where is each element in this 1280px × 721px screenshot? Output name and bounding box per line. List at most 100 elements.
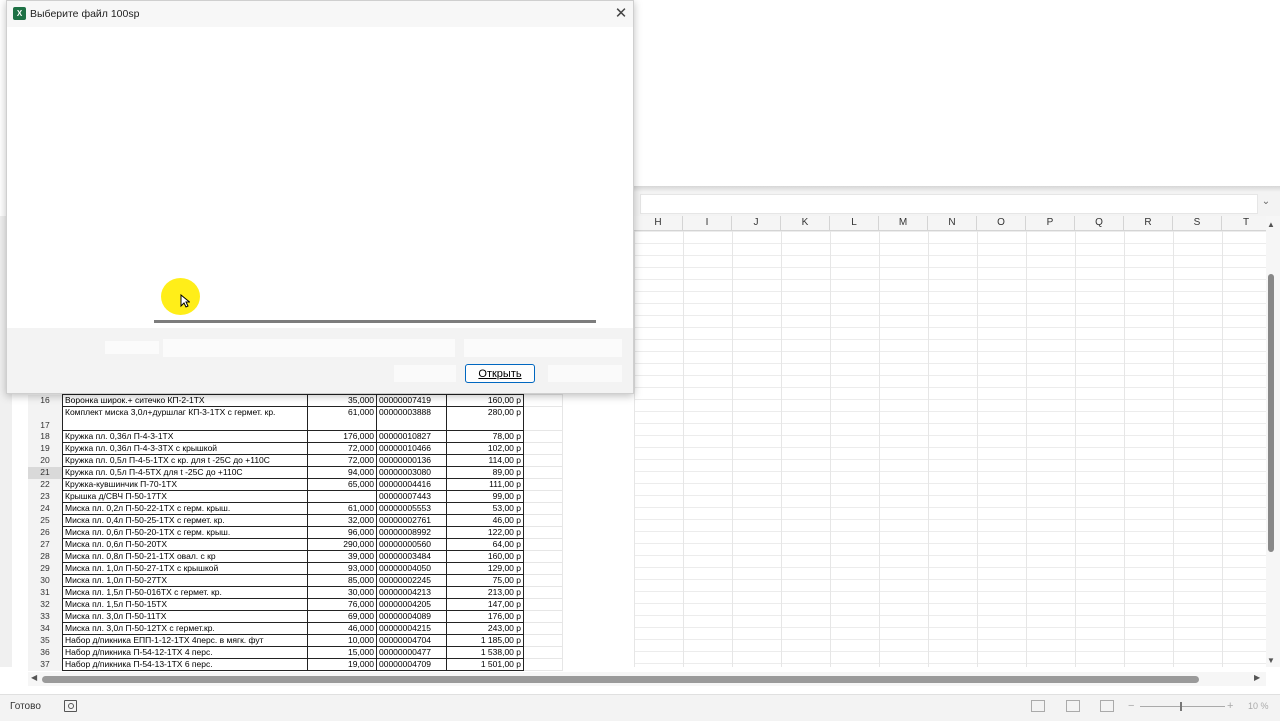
- price-cell[interactable]: 280,00 р: [446, 406, 524, 431]
- product-code-cell[interactable]: 00000004205: [376, 598, 447, 611]
- price-cell[interactable]: 75,00 р: [446, 574, 524, 587]
- product-name-cell[interactable]: Миска пл. 3,0л П-50-11ТХ: [62, 610, 308, 623]
- table-row[interactable]: 32 Миска пл. 1,5л П-50-15ТХ 76,000 00000004…: [28, 598, 563, 611]
- product-name-cell[interactable]: Набор д/пикника ЕПП-1-12-1ТХ 4перс. в мя…: [62, 634, 308, 647]
- row-number[interactable]: 35: [28, 634, 63, 647]
- empty-cell[interactable]: [523, 622, 563, 635]
- product-name-cell[interactable]: Воронка широк.+ ситечко КП-2-1ТХ: [62, 394, 308, 407]
- quantity-cell[interactable]: 61,000: [307, 502, 377, 515]
- table-row[interactable]: 29 Миска пл. 1,0л П-50-27-1ТХ с крышкой 93…: [28, 562, 563, 575]
- product-code-cell[interactable]: 00000004709: [376, 658, 447, 671]
- table-row[interactable]: 17 Комплект миска 3,0л+дуршлаг КП-3-1ТХ с…: [28, 406, 563, 431]
- formula-expand-icon[interactable]: ⌄: [1259, 196, 1273, 210]
- empty-cell[interactable]: [523, 478, 563, 491]
- price-cell[interactable]: 111,00 р: [446, 478, 524, 491]
- cancel-button[interactable]: [548, 365, 622, 382]
- column-header-o[interactable]: O: [977, 216, 1026, 230]
- empty-cell[interactable]: [523, 538, 563, 551]
- product-name-cell[interactable]: Миска пл. 3,0л П-50-12ТХ с гермет.кр.: [62, 622, 308, 635]
- zoom-out-button[interactable]: −: [1128, 700, 1134, 712]
- price-cell[interactable]: 160,00 р: [446, 394, 524, 407]
- product-name-cell[interactable]: Набор д/пикника П-54-13-1ТХ 6 перс.: [62, 658, 308, 671]
- empty-cell[interactable]: [523, 574, 563, 587]
- zoom-level[interactable]: 10 %: [1248, 701, 1269, 711]
- data-table[interactable]: 16 Воронка широк.+ ситечко КП-2-1ТХ 35,000…: [28, 394, 563, 671]
- price-cell[interactable]: 64,00 р: [446, 538, 524, 551]
- price-cell[interactable]: 46,00 р: [446, 514, 524, 527]
- table-row[interactable]: 26 Миска пл. 0,6л П-50-20-1ТХ с герм. кры…: [28, 526, 563, 539]
- product-name-cell[interactable]: Миска пл. 0,6л П-50-20-1ТХ с герм. крыш.: [62, 526, 308, 539]
- row-number[interactable]: 25: [28, 514, 63, 527]
- product-code-cell[interactable]: 00000003888: [376, 406, 447, 431]
- filetype-dropdown[interactable]: [464, 339, 622, 357]
- row-number[interactable]: 19: [28, 442, 63, 455]
- page-layout-view-icon[interactable]: [1066, 700, 1080, 712]
- table-row[interactable]: 27 Миска пл. 0,6л П-50-20ТХ 290,000 0000000…: [28, 538, 563, 551]
- row-number[interactable]: 29: [28, 562, 63, 575]
- quantity-cell[interactable]: 72,000: [307, 454, 377, 467]
- open-button[interactable]: Открыть: [465, 364, 535, 383]
- price-cell[interactable]: 176,00 р: [446, 610, 524, 623]
- product-code-cell[interactable]: 00000004215: [376, 622, 447, 635]
- empty-cell[interactable]: [523, 490, 563, 503]
- product-name-cell[interactable]: Миска пл. 1,0л П-50-27-1ТХ с крышкой: [62, 562, 308, 575]
- product-name-cell[interactable]: Миска пл. 0,6л П-50-20ТХ: [62, 538, 308, 551]
- product-code-cell[interactable]: 00000004416: [376, 478, 447, 491]
- price-cell[interactable]: 102,00 р: [446, 442, 524, 455]
- table-row[interactable]: 20 Кружка пл. 0,5л П-4-5-1ТХ с кр. для t …: [28, 454, 563, 467]
- row-number[interactable]: 17: [28, 406, 63, 431]
- column-header-p[interactable]: P: [1026, 216, 1075, 230]
- table-row[interactable]: 34 Миска пл. 3,0л П-50-12ТХ с гермет.кр. 4…: [28, 622, 563, 635]
- empty-cell[interactable]: [523, 526, 563, 539]
- product-code-cell[interactable]: 00000010466: [376, 442, 447, 455]
- table-row[interactable]: 31 Миска пл. 1,5л П-50-016ТХ с гермет. кр…: [28, 586, 563, 599]
- zoom-slider-knob[interactable]: [1180, 702, 1182, 711]
- product-code-cell[interactable]: 00000007419: [376, 394, 447, 407]
- product-code-cell[interactable]: 00000004213: [376, 586, 447, 599]
- zoom-in-button[interactable]: +: [1227, 700, 1233, 712]
- quantity-cell[interactable]: 46,000: [307, 622, 377, 635]
- table-row[interactable]: 24 Миска пл. 0,2л П-50-22-1ТХ с герм. кры…: [28, 502, 563, 515]
- table-row[interactable]: 22 Кружка-кувшинчик П-70-1ТХ 65,000 0000000…: [28, 478, 563, 491]
- column-header-r[interactable]: R: [1124, 216, 1173, 230]
- column-header-h[interactable]: H: [634, 216, 683, 230]
- row-number[interactable]: 23: [28, 490, 63, 503]
- empty-cell[interactable]: [523, 430, 563, 443]
- tools-button[interactable]: [394, 365, 456, 382]
- empty-cell[interactable]: [523, 562, 563, 575]
- product-code-cell[interactable]: 00000010827: [376, 430, 447, 443]
- empty-cell[interactable]: [523, 394, 563, 407]
- row-number[interactable]: 16: [28, 394, 63, 407]
- product-name-cell[interactable]: Комплект миска 3,0л+дуршлаг КП-3-1ТХ с г…: [62, 406, 308, 431]
- column-header-k[interactable]: K: [781, 216, 830, 230]
- price-cell[interactable]: 99,00 р: [446, 490, 524, 503]
- quantity-cell[interactable]: 85,000: [307, 574, 377, 587]
- empty-cell[interactable]: [523, 442, 563, 455]
- product-code-cell[interactable]: 00000007443: [376, 490, 447, 503]
- product-name-cell[interactable]: Миска пл. 1,0л П-50-27ТХ: [62, 574, 308, 587]
- empty-cell[interactable]: [523, 466, 563, 479]
- price-cell[interactable]: 1 185,00 р: [446, 634, 524, 647]
- column-header-m[interactable]: M: [879, 216, 928, 230]
- row-number[interactable]: 30: [28, 574, 63, 587]
- product-name-cell[interactable]: Кружка пл. 0,36л П-4-3-1ТХ: [62, 430, 308, 443]
- quantity-cell[interactable]: 15,000: [307, 646, 377, 659]
- table-row[interactable]: 18 Кружка пл. 0,36л П-4-3-1ТХ 176,000 00000…: [28, 430, 563, 443]
- scroll-up-icon[interactable]: ▲: [1267, 220, 1275, 229]
- quantity-cell[interactable]: 96,000: [307, 526, 377, 539]
- row-number[interactable]: 27: [28, 538, 63, 551]
- row-number[interactable]: 24: [28, 502, 63, 515]
- filename-input[interactable]: [163, 339, 455, 357]
- column-header-n[interactable]: N: [928, 216, 977, 230]
- empty-cell[interactable]: [523, 454, 563, 467]
- product-code-cell[interactable]: 00000000136: [376, 454, 447, 467]
- quantity-cell[interactable]: 69,000: [307, 610, 377, 623]
- scroll-right-icon[interactable]: ▶: [1254, 673, 1260, 682]
- empty-cell[interactable]: [523, 586, 563, 599]
- empty-cell[interactable]: [523, 634, 563, 647]
- table-row[interactable]: 19 Кружка пл. 0,36л П-4-3-3ТХ с крышкой 72…: [28, 442, 563, 455]
- empty-cell[interactable]: [523, 598, 563, 611]
- column-header-s[interactable]: S: [1173, 216, 1222, 230]
- scroll-left-icon[interactable]: ◀: [31, 673, 37, 682]
- table-row[interactable]: 30 Миска пл. 1,0л П-50-27ТХ 85,000 00000002…: [28, 574, 563, 587]
